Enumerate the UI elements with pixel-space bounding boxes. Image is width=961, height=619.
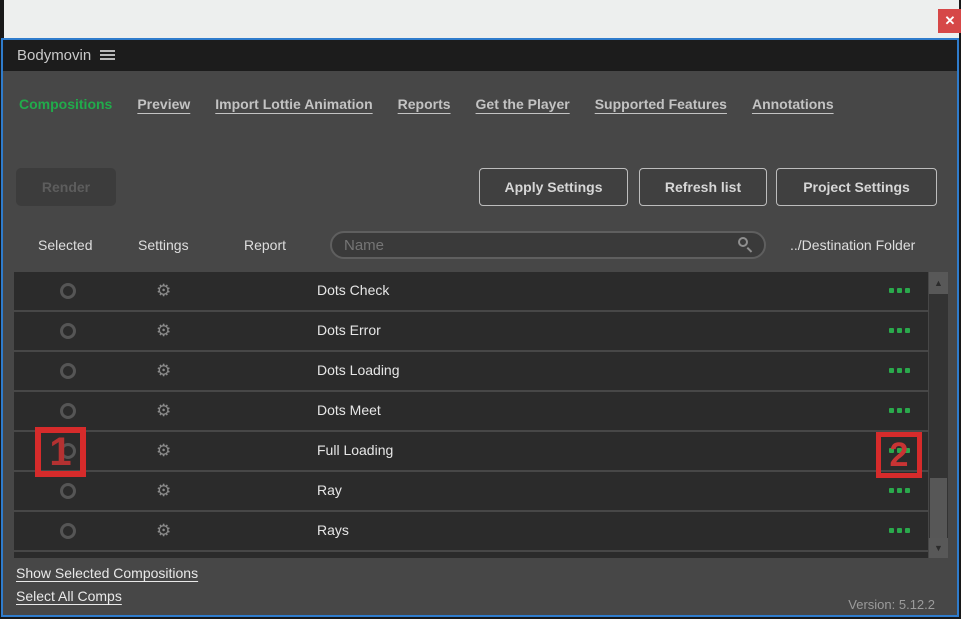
tab-annotations[interactable]: Annotations	[752, 96, 834, 112]
gear-icon[interactable]: ⚙	[156, 281, 171, 301]
name-search-box	[330, 231, 766, 259]
column-settings: Settings	[138, 237, 189, 253]
composition-row: ⚙ Rays	[14, 512, 928, 550]
gear-icon[interactable]: ⚙	[156, 401, 171, 421]
app-title: Bodymovin	[17, 40, 91, 71]
apply-settings-button[interactable]: Apply Settings	[479, 168, 628, 206]
bodymovin-window: Bodymovin Compositions Preview Import Lo…	[1, 38, 959, 617]
row-menu-icon[interactable]	[889, 288, 910, 293]
composition-name: Ray	[317, 482, 342, 498]
list-scrollbar[interactable]: ▲ ▼	[929, 272, 948, 558]
gear-icon[interactable]: ⚙	[156, 361, 171, 381]
row-menu-icon[interactable]	[889, 488, 910, 493]
composition-row: ⚙ Dots Error	[14, 312, 928, 350]
composition-name: Dots Error	[317, 322, 381, 338]
show-selected-compositions-link[interactable]: Show Selected Compositions	[16, 565, 198, 581]
search-icon	[738, 237, 754, 253]
menu-icon[interactable]	[100, 50, 115, 61]
select-radio[interactable]	[60, 283, 76, 299]
composition-name: Dots Check	[317, 282, 389, 298]
column-report: Report	[244, 237, 286, 253]
select-radio[interactable]	[60, 483, 76, 499]
gear-icon[interactable]: ⚙	[156, 321, 171, 341]
os-titlebar: ✕	[4, 0, 959, 38]
search-input[interactable]	[344, 233, 734, 257]
tab-preview[interactable]: Preview	[137, 96, 190, 112]
gear-icon[interactable]: ⚙	[156, 521, 171, 541]
composition-name: Rays	[317, 522, 349, 538]
row-menu-icon[interactable]	[889, 328, 910, 333]
select-all-comps-link[interactable]: Select All Comps	[16, 588, 122, 604]
select-radio[interactable]	[60, 323, 76, 339]
tab-get-the-player[interactable]: Get the Player	[476, 96, 570, 112]
row-menu-icon[interactable]	[889, 408, 910, 413]
tab-import-lottie-animation[interactable]: Import Lottie Animation	[215, 96, 372, 112]
composition-row: ⚙ Dots Meet	[14, 392, 928, 430]
composition-row: ⚙ Dots Loading	[14, 352, 928, 390]
column-selected: Selected	[38, 237, 92, 253]
scrollbar-thumb[interactable]	[930, 478, 947, 540]
plugin-headerbar: Bodymovin	[3, 40, 957, 71]
composition-name: Dots Loading	[317, 362, 400, 378]
refresh-list-button[interactable]: Refresh list	[639, 168, 767, 206]
tab-compositions[interactable]: Compositions	[19, 96, 112, 112]
destination-folder-link[interactable]: ../Destination Folder	[790, 237, 915, 253]
composition-name: Full Loading	[317, 442, 393, 458]
row-menu-icon[interactable]	[889, 528, 910, 533]
scroll-up-icon[interactable]: ▲	[929, 272, 948, 294]
gear-icon[interactable]: ⚙	[156, 441, 171, 461]
screen: ✕ Bodymovin Compositions Preview Import …	[0, 0, 961, 619]
gear-icon[interactable]: ⚙	[156, 481, 171, 501]
tab-bar: Compositions Preview Import Lottie Anima…	[19, 96, 947, 112]
scroll-down-icon[interactable]: ▼	[929, 538, 948, 558]
select-radio[interactable]	[60, 363, 76, 379]
composition-row: ⚙ Dots Check	[14, 272, 928, 310]
composition-name: Dots Meet	[317, 402, 381, 418]
select-radio[interactable]	[60, 443, 76, 459]
composition-row: ⚙ Full Loading	[14, 432, 928, 470]
composition-row: ⚙ Ray	[14, 472, 928, 510]
row-menu-icon[interactable]	[889, 368, 910, 373]
row-menu-icon[interactable]	[889, 448, 910, 453]
select-radio[interactable]	[60, 403, 76, 419]
project-settings-button[interactable]: Project Settings	[776, 168, 937, 206]
tab-supported-features[interactable]: Supported Features	[595, 96, 727, 112]
version-label: Version: 5.12.2	[848, 597, 935, 612]
close-icon[interactable]: ✕	[938, 9, 961, 33]
select-radio[interactable]	[60, 523, 76, 539]
partial-row	[14, 552, 928, 558]
render-button[interactable]: Render	[16, 168, 116, 206]
list-column-header: Selected Settings Report ../Destination …	[3, 231, 957, 261]
tab-reports[interactable]: Reports	[398, 96, 451, 112]
